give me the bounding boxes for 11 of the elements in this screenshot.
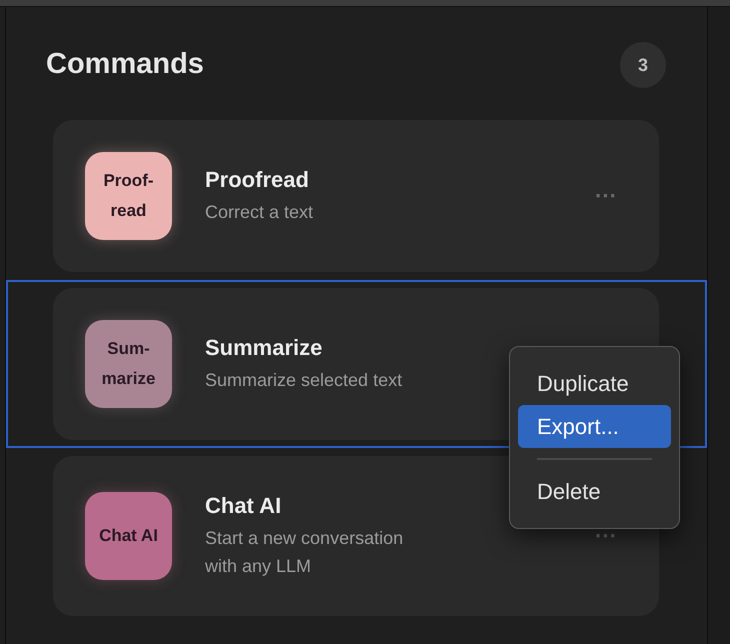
command-tile: Sum- marize xyxy=(85,320,172,408)
command-tile: Chat AI xyxy=(85,492,172,580)
command-title: Chat AI xyxy=(205,492,282,520)
count-badge: 3 xyxy=(620,42,666,88)
command-description: Correct a text xyxy=(205,201,314,224)
command-tile: Proof- read xyxy=(85,152,172,240)
section-title: Commands xyxy=(46,47,204,82)
command-title: Proofread xyxy=(205,166,309,194)
command-description: Start a new conversation with any LLM xyxy=(205,527,404,578)
command-description: Summarize selected text xyxy=(205,369,402,392)
command-title: Summarize xyxy=(205,334,322,362)
